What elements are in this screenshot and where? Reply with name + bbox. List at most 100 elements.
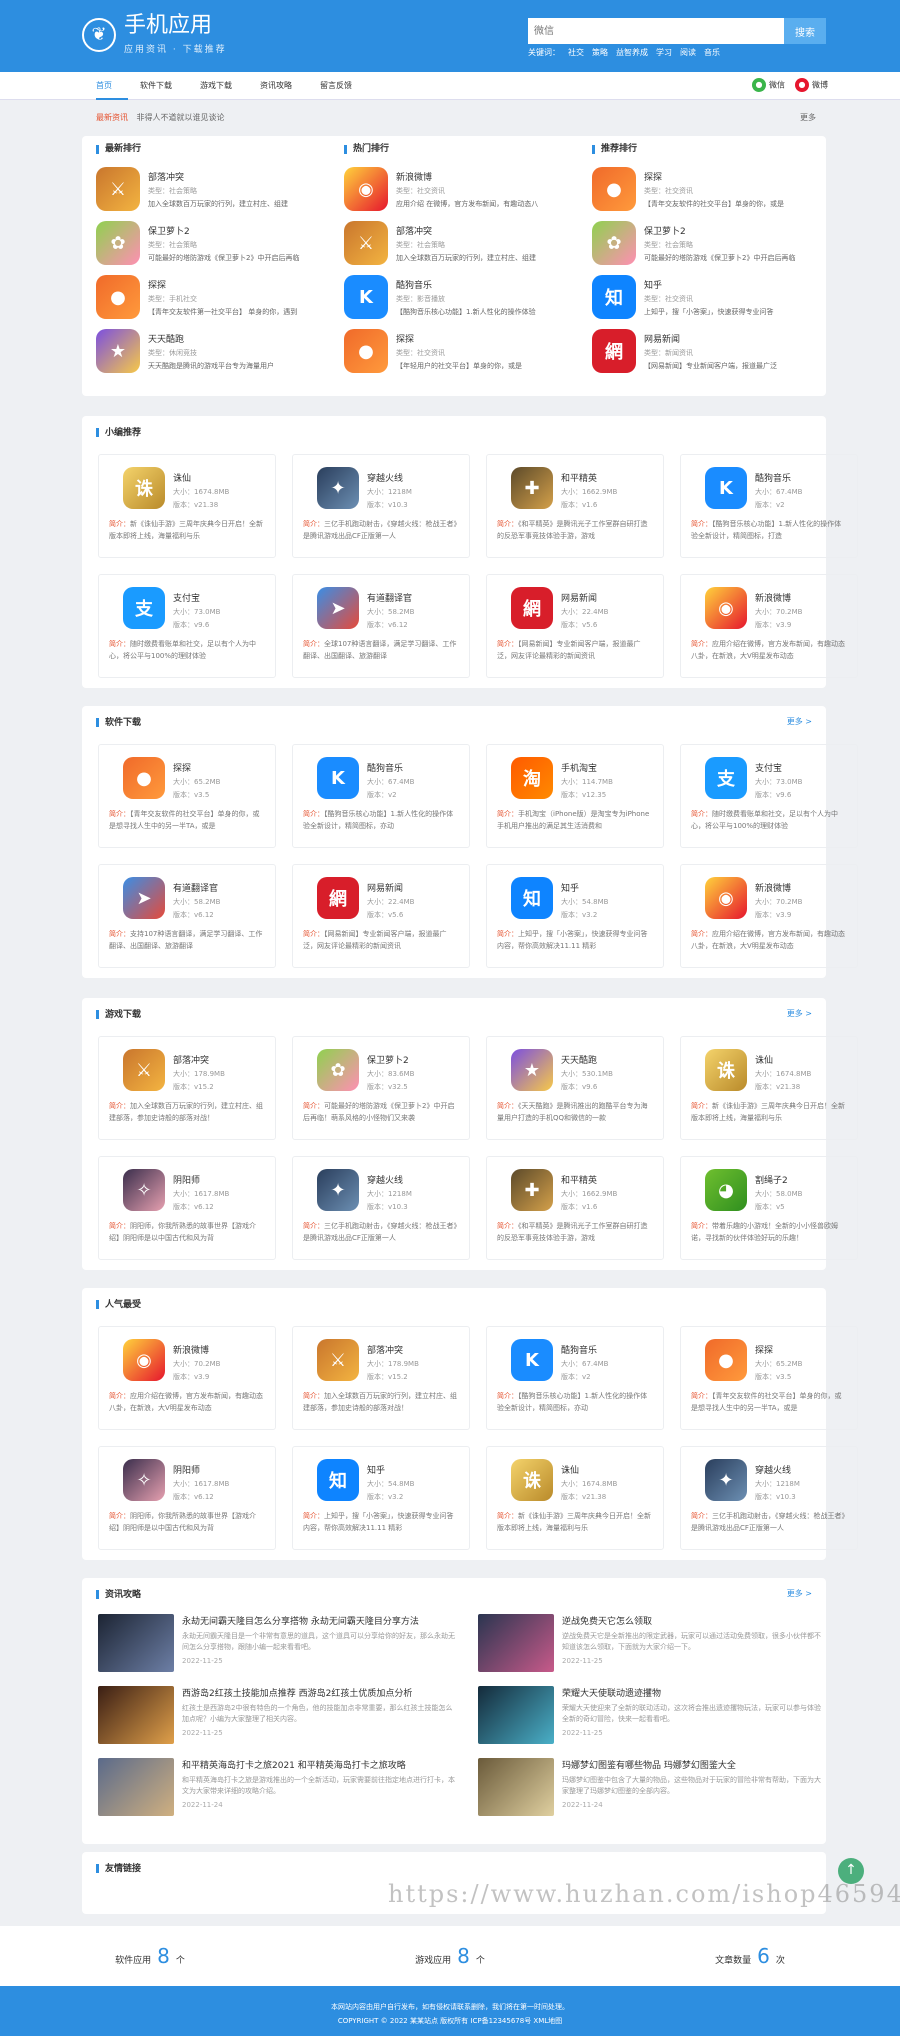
wechat-link[interactable]: ● 微信 <box>752 78 785 92</box>
rank-item[interactable]: ◉ 新浪微博 类型：社交资讯 应用介绍 在微博，官方发布新闻，有趣动态八 <box>344 162 564 216</box>
app-icon[interactable]: ➤ <box>317 587 359 629</box>
app-icon[interactable]: K <box>705 467 747 509</box>
section-more-link[interactable]: 更多 > <box>787 1008 812 1019</box>
app-card[interactable]: ➤ 有道翻译官 大小：58.2MB 版本：v6.12 简介：全球107种语言翻译，满足学… <box>292 574 470 678</box>
news-title-link[interactable]: 逆战免费天它怎么领取 <box>562 1614 824 1627</box>
app-icon[interactable]: 知 <box>511 877 553 919</box>
app-icon[interactable]: ⚔ <box>123 1049 165 1091</box>
app-card[interactable]: 诛诛仙 大小：1674.8MB 版本：v21.38 简介：新《诛仙手游》三周年庆典今日… <box>98 454 276 558</box>
app-icon[interactable]: ◉ <box>344 167 388 211</box>
app-icon[interactable]: ⚔ <box>317 1339 359 1381</box>
hot-keyword[interactable]: 策略 <box>592 47 608 58</box>
rank-item[interactable]: K 酷狗音乐 类型：影音播放 【酷狗音乐核心功能】1.新人性化的操作体验 <box>344 270 564 324</box>
app-card[interactable]: ★ 天天酷跑 大小：530.1MB 版本：v9.6 简介：《天天酷跑》是腾讯推出的跑酷平… <box>486 1036 664 1140</box>
news-title-link[interactable]: 永劫无间霸天隆目怎么分享搭物 永劫无间霸天隆目分享方法 <box>182 1614 458 1627</box>
app-icon[interactable]: ✦ <box>705 1459 747 1501</box>
rank-item[interactable]: ● 探探 类型：社交资讯 【年轻用户的社交平台】单身的你，或是 <box>344 324 564 378</box>
app-icon[interactable]: ✧ <box>123 1459 165 1501</box>
app-icon[interactable]: 淘 <box>511 757 553 799</box>
app-icon[interactable]: 知 <box>592 275 636 319</box>
search-button[interactable]: 搜索 <box>784 18 826 44</box>
app-icon[interactable]: 支 <box>123 587 165 629</box>
news-item[interactable]: 玛娜梦幻图鉴有哪些物品 玛娜梦幻图鉴大全 玛娜梦幻图鉴中包含了大量的物品，这些物品… <box>478 1758 824 1820</box>
news-more-link[interactable]: 更多 > <box>787 1588 812 1599</box>
back-to-top-button[interactable]: ↑ <box>838 1858 864 1884</box>
news-item[interactable]: 荣耀大天使联动遗迹攫物 荣耀大天使迎来了全新的联动活动，这次将会推出遗迹攫物玩法，… <box>478 1686 824 1748</box>
app-card[interactable]: ✚ 和平精英 大小：1662.9MB 版本：v1.6 简介：《和平精英》是腾讯光子工作室… <box>486 454 664 558</box>
app-icon[interactable]: ⚔ <box>96 167 140 211</box>
news-title-link[interactable]: 荣耀大天使联动遗迹攫物 <box>562 1686 824 1699</box>
notice-text[interactable]: 非得人不道就以谁见谈论 <box>137 113 225 122</box>
app-icon[interactable]: 網 <box>511 587 553 629</box>
app-card[interactable]: ✚ 和平精英 大小：1662.9MB 版本：v1.6 简介：《和平精英》是腾讯光子工作室… <box>486 1156 664 1260</box>
app-card[interactable]: 知知乎 大小：54.8MB 版本：v3.2 简介：上知乎，搜「小答案」，快速获得专业问… <box>486 864 664 968</box>
app-icon[interactable]: ✚ <box>511 467 553 509</box>
section-more-link[interactable]: 更多 > <box>787 716 812 727</box>
app-icon[interactable]: ★ <box>511 1049 553 1091</box>
app-icon[interactable]: ✦ <box>317 467 359 509</box>
app-icon[interactable]: ✚ <box>511 1169 553 1211</box>
nav-feedback[interactable]: 留言反馈 <box>320 72 368 100</box>
news-title-link[interactable]: 西游岛2红孩土技能加点推荐 西游岛2红孩土优质加点分析 <box>182 1686 458 1699</box>
app-card[interactable]: 支支付宝 大小：73.0MB 版本：v9.6 简介：随时缴费看账单和社交，足以有个人为… <box>680 744 858 848</box>
app-card[interactable]: 知知乎 大小：54.8MB 版本：v3.2 简介：上知乎，搜「小答案」，快速获得专业问… <box>292 1446 470 1550</box>
app-icon[interactable]: 網 <box>592 329 636 373</box>
app-card[interactable]: 淘手机淘宝 大小：114.7MB 版本：v12.35 简介：手机淘宝（iPhone版）… <box>486 744 664 848</box>
news-title-link[interactable]: 和平精英海岛打卡之旅2021 和平精英海岛打卡之旅攻略 <box>182 1758 458 1771</box>
app-icon[interactable]: ● <box>123 757 165 799</box>
news-title-link[interactable]: 玛娜梦幻图鉴有哪些物品 玛娜梦幻图鉴大全 <box>562 1758 824 1771</box>
app-icon[interactable]: ⚔ <box>344 221 388 265</box>
app-card[interactable]: ✧ 阴阳师 大小：1617.8MB 版本：v6.12 简介：阴阳师，你我所熟悉的故事世界… <box>98 1156 276 1260</box>
app-card[interactable]: ◉ 新浪微博 大小：70.2MB 版本：v3.9 简介：应用介绍在微博，官方发布新闻，有… <box>680 864 858 968</box>
app-card[interactable]: ● 探探 大小：65.2MB 版本：v3.5 简介：【青年交友软件的社交平台】单身的你，… <box>98 744 276 848</box>
news-thumbnail[interactable] <box>98 1686 174 1744</box>
app-card[interactable]: ◉ 新浪微博 大小：70.2MB 版本：v3.9 简介：应用介绍在微博，官方发布新闻，有… <box>98 1326 276 1430</box>
nav-news[interactable]: 资讯攻略 <box>260 72 308 100</box>
rank-item[interactable]: ✿ 保卫萝卜2 类型：社会策略 可能最好的塔防游戏《保卫萝卜2》中开启后再临 <box>96 216 316 270</box>
app-card[interactable]: ✦ 穿越火线 大小：1218M 版本：v10.3 简介：三亿手机跑动射击，《穿越火线：枪… <box>292 1156 470 1260</box>
app-icon[interactable]: ✧ <box>123 1169 165 1211</box>
news-thumbnail[interactable] <box>98 1758 174 1816</box>
app-card[interactable]: ✦ 穿越火线 大小：1218M 版本：v10.3 简介：三亿手机跑动射击，《穿越火线：枪… <box>292 454 470 558</box>
app-icon[interactable]: ● <box>344 329 388 373</box>
app-card[interactable]: ✧ 阴阳师 大小：1617.8MB 版本：v6.12 简介：阴阳师，你我所熟悉的故事世界… <box>98 1446 276 1550</box>
news-item[interactable]: 和平精英海岛打卡之旅2021 和平精英海岛打卡之旅攻略 和平精英海岛打卡之旅是游戏… <box>98 1758 458 1820</box>
app-card[interactable]: 诛诛仙 大小：1674.8MB 版本：v21.38 简介：新《诛仙手游》三周年庆典今日… <box>680 1036 858 1140</box>
app-icon[interactable]: ◉ <box>705 877 747 919</box>
hot-keyword[interactable]: 学习 <box>656 47 672 58</box>
news-item[interactable]: 永劫无间霸天隆目怎么分享搭物 永劫无间霸天隆目分享方法 永劫无间霸天隆目是一个非常… <box>98 1614 458 1676</box>
app-card[interactable]: 支支付宝 大小：73.0MB 版本：v9.6 简介：随时缴费看账单和社交，足以有个人为… <box>98 574 276 678</box>
app-icon[interactable]: 诛 <box>511 1459 553 1501</box>
app-icon[interactable]: ● <box>592 167 636 211</box>
app-icon[interactable]: K <box>511 1339 553 1381</box>
app-card[interactable]: 網网易新闻 大小：22.4MB 版本：v5.6 简介：【网易新闻】专业新闻客户端，报道… <box>292 864 470 968</box>
app-icon[interactable]: 诛 <box>123 467 165 509</box>
app-card[interactable]: 網网易新闻 大小：22.4MB 版本：v5.6 简介：【网易新闻】专业新闻客户端，报道… <box>486 574 664 678</box>
hot-keyword[interactable]: 社交 <box>568 47 584 58</box>
app-card[interactable]: ⚔ 部落冲突 大小：178.9MB 版本：v15.2 简介：加入全球数百万玩家的行列，建… <box>292 1326 470 1430</box>
app-card[interactable]: ◉ 新浪微博 大小：70.2MB 版本：v3.9 简介：应用介绍在微博，官方发布新闻，有… <box>680 574 858 678</box>
app-card[interactable]: K 酷狗音乐 大小：67.4MB 版本：v2 简介：【酷狗音乐核心功能】1.新人性化的操… <box>680 454 858 558</box>
app-card[interactable]: ✿ 保卫萝卜2 大小：83.6MB 版本：v32.5 简介：可能最好的塔防游戏《保卫萝卜… <box>292 1036 470 1140</box>
news-thumbnail[interactable] <box>478 1614 554 1672</box>
app-card[interactable]: K 酷狗音乐 大小：67.4MB 版本：v2 简介：【酷狗音乐核心功能】1.新人性化的操… <box>486 1326 664 1430</box>
app-icon[interactable]: ● <box>96 275 140 319</box>
news-thumbnail[interactable] <box>478 1686 554 1744</box>
app-card[interactable]: ➤ 有道翻译官 大小：58.2MB 版本：v6.12 简介：支持107种语言翻译，满足学… <box>98 864 276 968</box>
app-icon[interactable]: ◉ <box>123 1339 165 1381</box>
app-icon[interactable]: 支 <box>705 757 747 799</box>
app-icon[interactable]: ★ <box>96 329 140 373</box>
app-card[interactable]: ✦ 穿越火线 大小：1218M 版本：v10.3 简介：三亿手机跑动射击，《穿越火线：枪… <box>680 1446 858 1550</box>
rank-item[interactable]: 知知乎 类型：社交资讯 上知乎，搜「小答案」，快速获得专业问答 <box>592 270 812 324</box>
search-input[interactable] <box>528 18 784 44</box>
news-thumbnail[interactable] <box>478 1758 554 1816</box>
app-card[interactable]: ◕ 割绳子2 大小：58.0MB 版本：v5 简介：带着乐趣的小游戏！全新的小小怪兽欧姆… <box>680 1156 858 1260</box>
hot-keyword[interactable]: 阅读 <box>680 47 696 58</box>
news-item[interactable]: 西游岛2红孩土技能加点推荐 西游岛2红孩土优质加点分析 红孩土是西游岛2中很有特色… <box>98 1686 458 1748</box>
app-icon[interactable]: K <box>317 757 359 799</box>
rank-item[interactable]: ● 探探 类型：手机社交 【青年交友软件第一社交平台】 单身的你，遇到 <box>96 270 316 324</box>
nav-software[interactable]: 软件下载 <box>140 72 188 100</box>
rank-item[interactable]: ⚔ 部落冲突 类型：社会策略 加入全球数百万玩家的行列，建立村庄、组建 <box>96 162 316 216</box>
app-card[interactable]: 诛诛仙 大小：1674.8MB 版本：v21.38 简介：新《诛仙手游》三周年庆典今日… <box>486 1446 664 1550</box>
app-icon[interactable]: ◉ <box>705 587 747 629</box>
